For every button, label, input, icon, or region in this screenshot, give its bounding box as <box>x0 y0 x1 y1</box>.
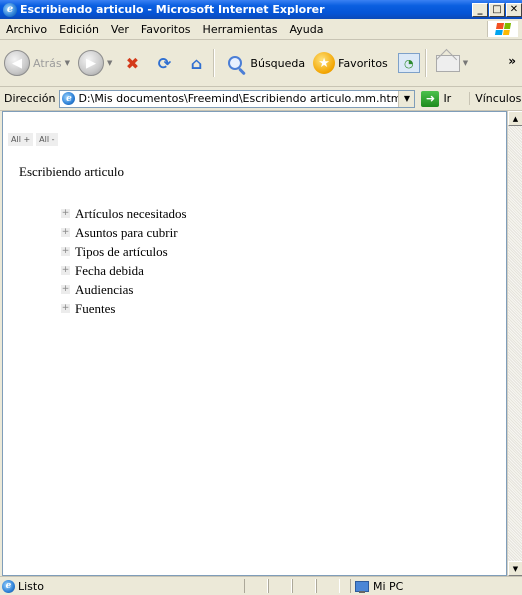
address-label: Dirección <box>4 92 56 105</box>
mail-icon <box>435 54 460 72</box>
scroll-up-icon[interactable]: ▲ <box>508 111 522 126</box>
address-input[interactable]: e D:\Mis documentos\Freemind\Escribiendo… <box>59 89 416 108</box>
status-bar: e Listo Mi PC <box>0 576 522 595</box>
node-label: Fuentes <box>75 300 116 316</box>
mail-dropdown-icon[interactable]: ▼ <box>463 59 468 67</box>
collapse-all-button[interactable]: All - <box>36 133 58 146</box>
favorites-button[interactable]: ★ Favoritos <box>313 52 388 74</box>
forward-arrow-icon: ▶ <box>78 50 105 76</box>
toolbar: ◀ Atrás ▼ ▶ ▼ ✖ ⟳ ⌂ Búsqueda ★ Favoritos… <box>0 40 522 87</box>
status-pane <box>316 579 340 593</box>
back-dropdown-icon[interactable]: ▼ <box>65 59 70 67</box>
security-zone: Mi PC <box>350 579 403 593</box>
list-item: + Asuntos para cubrir <box>61 223 187 242</box>
go-button[interactable]: Ir <box>443 92 451 105</box>
expand-all-button[interactable]: All + <box>8 133 34 146</box>
search-label: Búsqueda <box>250 56 306 70</box>
list-item: + Audiencias <box>61 280 187 299</box>
toolbar-separator <box>213 49 216 77</box>
ie-logo-icon: e <box>2 579 15 593</box>
windows-logo-icon <box>487 21 518 37</box>
menu-edicion[interactable]: Edición <box>53 23 105 36</box>
window-controls: _ □ ✕ <box>472 2 522 17</box>
history-button[interactable]: ◔ <box>397 53 420 73</box>
page-title: Escribiendo articulo <box>19 164 125 179</box>
minimize-button[interactable]: _ <box>472 2 488 17</box>
maximize-button[interactable]: □ <box>489 2 505 17</box>
list-item: + Fecha debida <box>61 261 187 280</box>
expand-plus-icon[interactable]: + <box>61 209 70 218</box>
node-list: + Artículos necesitados + Asuntos para c… <box>61 204 187 318</box>
status-pane <box>244 579 268 593</box>
search-icon <box>228 56 243 70</box>
page-content: All + All - Escribiendo articulo + Artíc… <box>2 111 507 576</box>
vertical-scrollbar[interactable]: ▲ ▼ <box>507 111 522 576</box>
address-dropdown-icon[interactable]: ▼ <box>398 90 415 107</box>
star-icon: ★ <box>313 52 336 74</box>
links-button[interactable]: Vínculos <box>469 92 521 105</box>
expand-controls: All + All - <box>8 133 58 146</box>
toolbar-separator <box>424 49 427 77</box>
favorites-label: Favoritos <box>338 56 388 70</box>
list-item: + Tipos de artículos <box>61 242 187 261</box>
node-label: Audiencias <box>75 281 134 297</box>
computer-icon <box>355 580 369 593</box>
close-button[interactable]: ✕ <box>506 2 522 17</box>
home-button[interactable]: ⌂ <box>184 51 208 75</box>
expand-plus-icon[interactable]: + <box>61 228 70 237</box>
forward-dropdown-icon[interactable]: ▼ <box>107 59 112 67</box>
list-item: + Artículos necesitados <box>61 204 187 223</box>
menu-favoritos[interactable]: Favoritos <box>135 23 197 36</box>
history-icon: ◔ <box>397 53 420 73</box>
status-pane <box>268 579 292 593</box>
back-arrow-icon: ◀ <box>4 50 30 76</box>
list-item: + Fuentes <box>61 299 187 318</box>
node-label: Asuntos para cubrir <box>75 224 178 240</box>
back-button[interactable]: ◀ Atrás ▼ <box>4 50 70 76</box>
status-pane <box>292 579 316 593</box>
stop-button[interactable]: ✖ <box>120 51 144 75</box>
address-value[interactable]: D:\Mis documentos\Freemind\Escribiendo a… <box>78 92 398 105</box>
menu-ayuda[interactable]: Ayuda <box>283 23 329 36</box>
node-label: Artículos necesitados <box>75 205 187 221</box>
menu-bar: Archivo Edición Ver Favoritos Herramient… <box>0 19 522 40</box>
node-label: Fecha debida <box>75 262 144 278</box>
forward-button[interactable]: ▶ ▼ <box>78 50 112 76</box>
back-label: Atrás <box>33 56 62 70</box>
address-bar: Dirección e D:\Mis documentos\Freemind\E… <box>0 87 522 111</box>
node-label: Tipos de artículos <box>75 243 168 259</box>
toolbar-overflow-chevron[interactable]: » <box>508 54 516 68</box>
page-icon: e <box>62 92 76 105</box>
menu-ver[interactable]: Ver <box>105 23 135 36</box>
window-title: Escribiendo articulo - Microsoft Interne… <box>20 3 325 16</box>
expand-plus-icon[interactable]: + <box>61 266 70 275</box>
title-bar: e Escribiendo articulo - Microsoft Inter… <box>0 0 522 19</box>
ie-logo-icon: e <box>3 2 17 17</box>
menu-herramientas[interactable]: Herramientas <box>197 23 284 36</box>
search-button[interactable]: Búsqueda <box>224 56 305 70</box>
scroll-down-icon[interactable]: ▼ <box>508 561 522 576</box>
refresh-button[interactable]: ⟳ <box>152 51 176 75</box>
expand-plus-icon[interactable]: + <box>61 304 70 313</box>
go-arrow-icon[interactable]: ➜ <box>421 90 440 107</box>
menu-archivo[interactable]: Archivo <box>0 23 53 36</box>
expand-plus-icon[interactable]: + <box>61 285 70 294</box>
status-text: Listo <box>18 579 44 593</box>
zone-label: Mi PC <box>373 579 404 593</box>
expand-plus-icon[interactable]: + <box>61 247 70 256</box>
mail-button[interactable]: ▼ <box>435 54 468 72</box>
